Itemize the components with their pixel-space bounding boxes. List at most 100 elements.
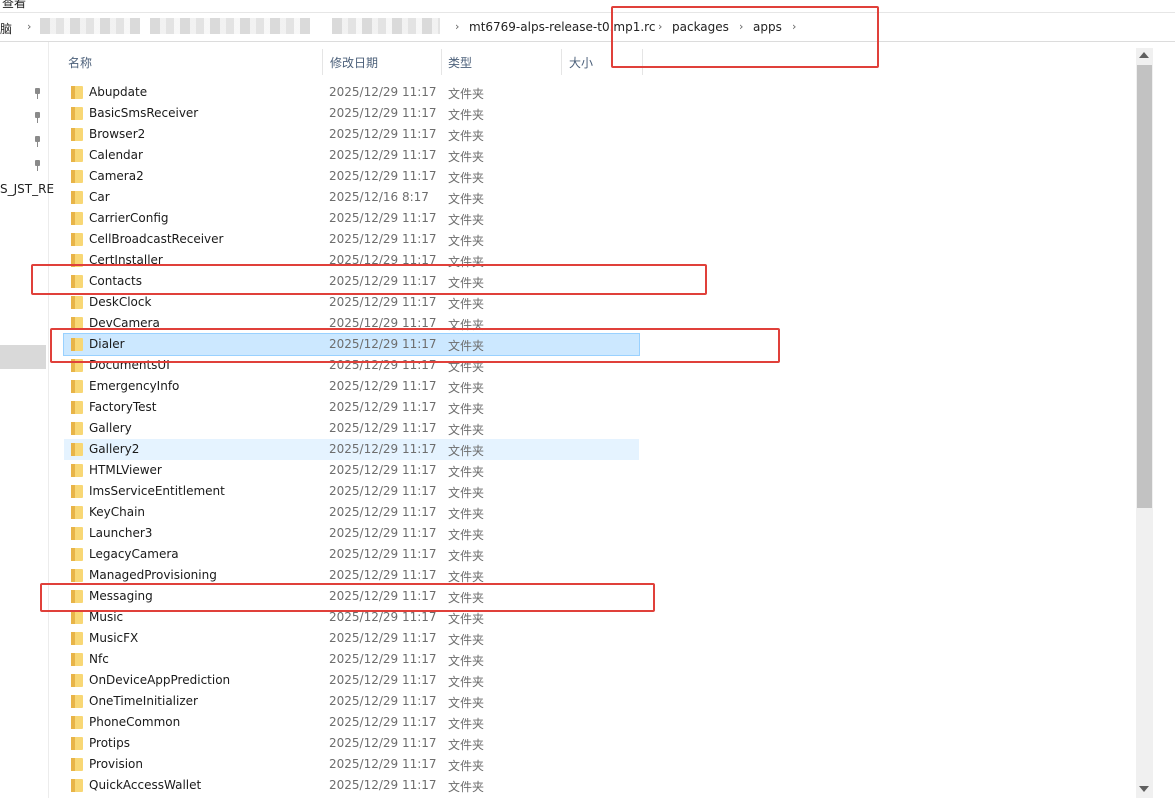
- nav-selected-item[interactable]: [0, 345, 46, 369]
- folder-icon: [71, 401, 83, 414]
- file-modified-date: 2025/12/29 11:17: [329, 694, 437, 708]
- column-header-size[interactable]: 大小: [569, 54, 593, 71]
- file-type: 文件夹: [448, 444, 485, 458]
- file-row[interactable]: Camera2 2025/12/29 11:17 文件夹: [64, 166, 639, 187]
- file-name[interactable]: OneTimeInitializer: [89, 694, 198, 708]
- scroll-thumb[interactable]: [1137, 65, 1152, 508]
- nav-item-label[interactable]: S_JST_RE: [0, 182, 54, 196]
- file-row[interactable]: Car 2025/12/16 8:17 文件夹: [64, 187, 639, 208]
- file-name[interactable]: Gallery: [89, 421, 132, 435]
- folder-icon: [71, 443, 83, 456]
- column-divider[interactable]: [561, 49, 562, 75]
- file-name[interactable]: Browser2: [89, 127, 145, 141]
- folder-icon: [71, 296, 83, 309]
- file-name[interactable]: OnDeviceAppPrediction: [89, 673, 230, 687]
- column-divider[interactable]: [322, 49, 323, 75]
- file-name[interactable]: Provision: [89, 757, 143, 771]
- folder-icon: [71, 233, 83, 246]
- file-name[interactable]: Gallery2: [89, 442, 139, 456]
- file-modified-date: 2025/12/29 11:17: [329, 295, 437, 309]
- folder-icon: [71, 128, 83, 141]
- file-name[interactable]: MusicFX: [89, 631, 138, 645]
- pin-icon[interactable]: [33, 160, 42, 171]
- file-name[interactable]: Protips: [89, 736, 130, 750]
- file-row[interactable]: Browser2 2025/12/29 11:17 文件夹: [64, 124, 639, 145]
- chevron-right-icon[interactable]: ›: [27, 20, 31, 33]
- file-row[interactable]: KeyChain 2025/12/29 11:17 文件夹: [64, 502, 639, 523]
- redacted-path: [150, 18, 310, 34]
- file-row[interactable]: OneTimeInitializer 2025/12/29 11:17 文件夹: [64, 691, 639, 712]
- vertical-scrollbar[interactable]: [1136, 48, 1153, 798]
- file-modified-date: 2025/12/29 11:17: [329, 610, 437, 624]
- this-pc-crumb[interactable]: 脑: [0, 20, 12, 37]
- file-name[interactable]: LegacyCamera: [89, 547, 179, 561]
- file-row[interactable]: LegacyCamera 2025/12/29 11:17 文件夹: [64, 544, 639, 565]
- file-name[interactable]: DeskClock: [89, 295, 151, 309]
- file-modified-date: 2025/12/29 11:17: [329, 568, 437, 582]
- file-row[interactable]: HTMLViewer 2025/12/29 11:17 文件夹: [64, 460, 639, 481]
- file-type: 文件夹: [448, 759, 485, 773]
- file-row[interactable]: EmergencyInfo 2025/12/29 11:17 文件夹: [64, 376, 639, 397]
- file-name[interactable]: FactoryTest: [89, 400, 156, 414]
- file-modified-date: 2025/12/29 11:17: [329, 169, 437, 183]
- file-name[interactable]: HTMLViewer: [89, 463, 162, 477]
- folder-icon: [71, 170, 83, 183]
- file-row[interactable]: ImsServiceEntitlement 2025/12/29 11:17 文件夹: [64, 481, 639, 502]
- file-row[interactable]: Gallery2 2025/12/29 11:17 文件夹: [64, 439, 639, 460]
- file-row[interactable]: Calendar 2025/12/29 11:17 文件夹: [64, 145, 639, 166]
- file-name[interactable]: ManagedProvisioning: [89, 568, 217, 582]
- pin-icon[interactable]: [33, 112, 42, 123]
- file-name[interactable]: BasicSmsReceiver: [89, 106, 198, 120]
- column-divider[interactable]: [441, 49, 442, 75]
- file-row[interactable]: Provision 2025/12/29 11:17 文件夹: [64, 754, 639, 775]
- column-header-name[interactable]: 名称: [68, 54, 92, 71]
- file-type: 文件夹: [448, 717, 485, 731]
- file-name[interactable]: EmergencyInfo: [89, 379, 179, 393]
- chevron-right-icon[interactable]: ›: [455, 20, 459, 33]
- file-row[interactable]: Gallery 2025/12/29 11:17 文件夹: [64, 418, 639, 439]
- scroll-down-icon[interactable]: [1139, 786, 1149, 792]
- file-row[interactable]: MusicFX 2025/12/29 11:17 文件夹: [64, 628, 639, 649]
- file-name[interactable]: Calendar: [89, 148, 143, 162]
- file-name[interactable]: CellBroadcastReceiver: [89, 232, 223, 246]
- address-bar[interactable]: 脑 › › mt6769-alps-release-t0.mp1.rc › pa…: [0, 13, 1175, 42]
- folder-icon: [71, 674, 83, 687]
- file-name[interactable]: Nfc: [89, 652, 109, 666]
- scroll-up-icon[interactable]: [1139, 52, 1149, 58]
- file-type: 文件夹: [448, 402, 485, 416]
- file-modified-date: 2025/12/29 11:17: [329, 778, 437, 792]
- file-modified-date: 2025/12/29 11:17: [329, 232, 437, 246]
- file-name[interactable]: Car: [89, 190, 110, 204]
- file-row[interactable]: OnDeviceAppPrediction 2025/12/29 11:17 文件夹: [64, 670, 639, 691]
- file-row[interactable]: Launcher3 2025/12/29 11:17 文件夹: [64, 523, 639, 544]
- file-row[interactable]: CellBroadcastReceiver 2025/12/29 11:17 文件夹: [64, 229, 639, 250]
- window-edge: [1153, 42, 1175, 798]
- file-row[interactable]: CarrierConfig 2025/12/29 11:17 文件夹: [64, 208, 639, 229]
- file-row[interactable]: FactoryTest 2025/12/29 11:17 文件夹: [64, 397, 639, 418]
- file-name[interactable]: PhoneCommon: [89, 715, 180, 729]
- file-row[interactable]: Abupdate 2025/12/29 11:17 文件夹: [64, 82, 639, 103]
- pin-icon[interactable]: [33, 88, 42, 99]
- file-type: 文件夹: [448, 507, 485, 521]
- pin-icon[interactable]: [33, 136, 42, 147]
- file-modified-date: 2025/12/29 11:17: [329, 463, 437, 477]
- file-name[interactable]: Abupdate: [89, 85, 147, 99]
- file-name[interactable]: Camera2: [89, 169, 144, 183]
- file-row[interactable]: Protips 2025/12/29 11:17 文件夹: [64, 733, 639, 754]
- file-type: 文件夹: [448, 780, 485, 794]
- file-name[interactable]: ImsServiceEntitlement: [89, 484, 225, 498]
- file-name[interactable]: KeyChain: [89, 505, 145, 519]
- file-name[interactable]: QuickAccessWallet: [89, 778, 201, 792]
- column-header-date[interactable]: 修改日期: [330, 54, 378, 71]
- file-type: 文件夹: [448, 738, 485, 752]
- file-name[interactable]: Launcher3: [89, 526, 152, 540]
- file-name[interactable]: Music: [89, 610, 123, 624]
- file-row[interactable]: Nfc 2025/12/29 11:17 文件夹: [64, 649, 639, 670]
- file-name[interactable]: CarrierConfig: [89, 211, 169, 225]
- file-row[interactable]: PhoneCommon 2025/12/29 11:17 文件夹: [64, 712, 639, 733]
- file-row[interactable]: QuickAccessWallet 2025/12/29 11:17 文件夹: [64, 775, 639, 796]
- file-row[interactable]: DeskClock 2025/12/29 11:17 文件夹: [64, 292, 639, 313]
- view-menu-label[interactable]: 查看: [2, 0, 26, 11]
- column-header-type[interactable]: 类型: [448, 54, 472, 71]
- file-row[interactable]: BasicSmsReceiver 2025/12/29 11:17 文件夹: [64, 103, 639, 124]
